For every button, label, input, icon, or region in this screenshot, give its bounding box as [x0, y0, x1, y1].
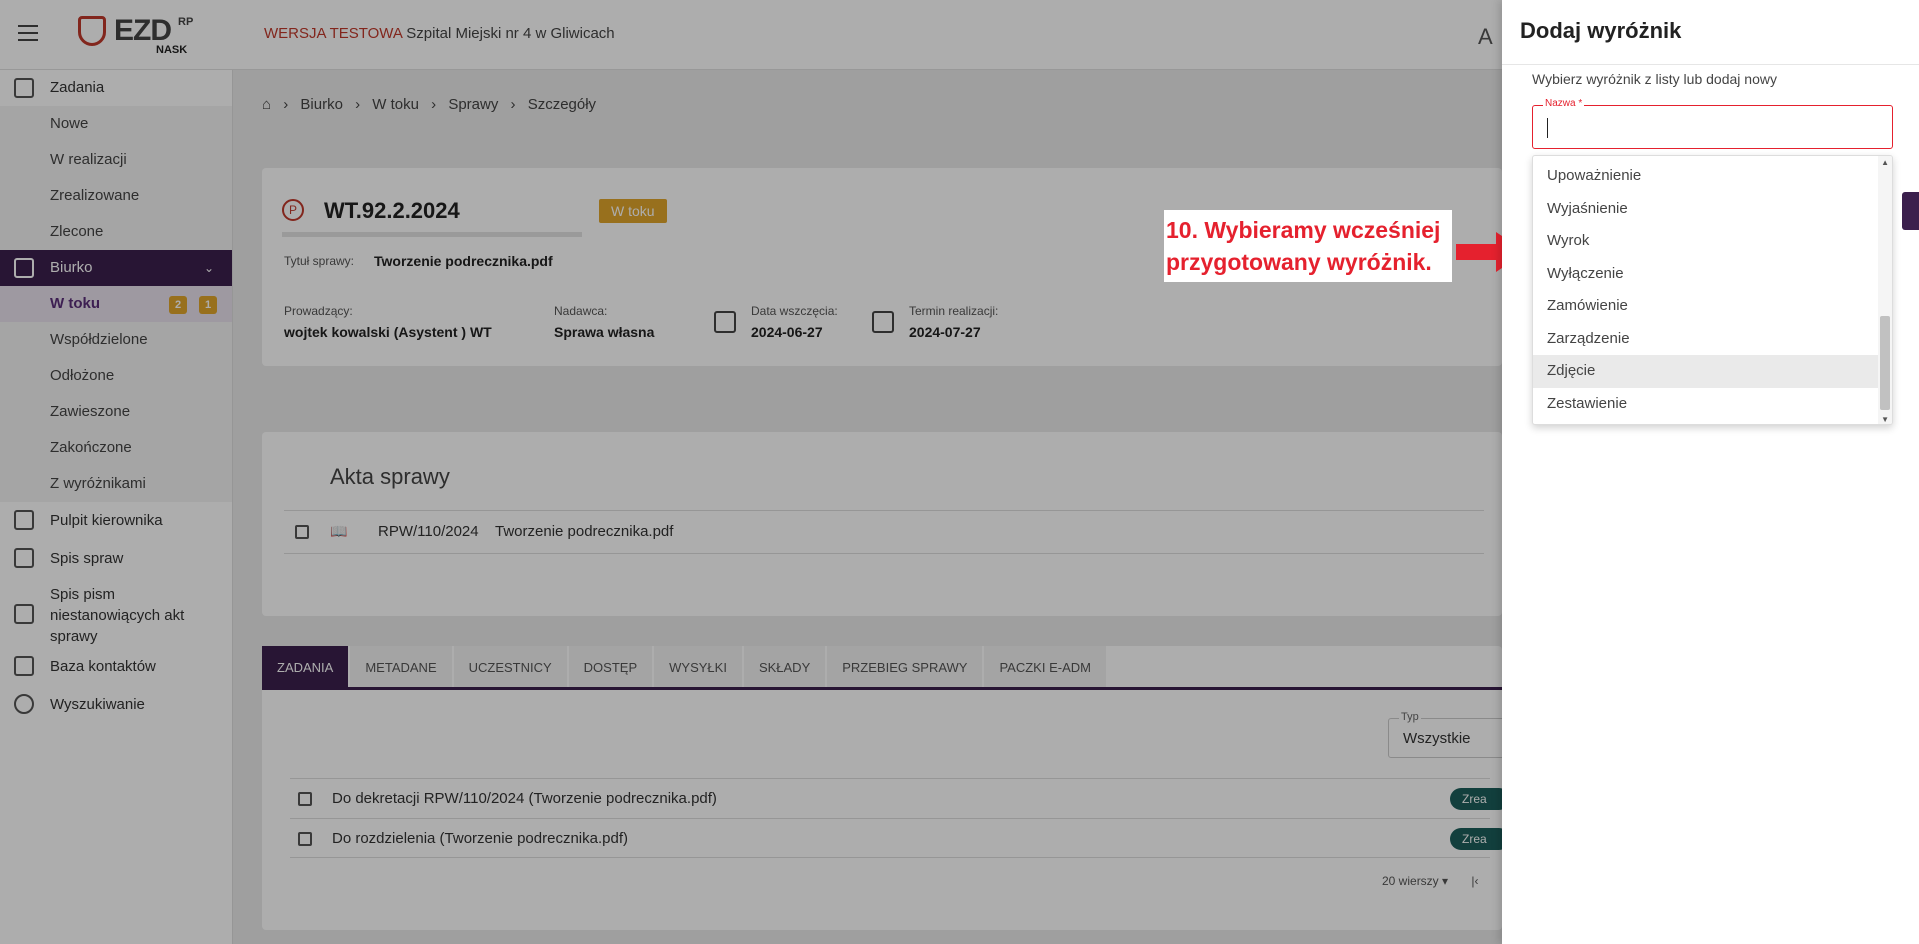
- tag-options-dropdown: Upoważnienie Wyjaśnienie Wyrok Wyłączeni…: [1532, 155, 1893, 425]
- modal-backdrop[interactable]: [0, 0, 1502, 944]
- tag-name-label: Nazwa *: [1543, 98, 1585, 109]
- option-zamowienie[interactable]: Zamówienie: [1533, 290, 1880, 323]
- divider: [1502, 64, 1919, 65]
- scroll-down-icon[interactable]: ▼: [1881, 415, 1889, 424]
- scroll-up-icon[interactable]: ▲: [1881, 158, 1889, 167]
- tag-name-input[interactable]: Nazwa *: [1532, 98, 1893, 149]
- option-zarzadzenie[interactable]: Zarządzenie: [1533, 323, 1880, 356]
- dropdown-scrollbar[interactable]: ▲ ▼: [1878, 156, 1892, 424]
- drawer-title: Dodaj wyróżnik: [1520, 18, 1682, 43]
- option-wyrok[interactable]: Wyrok: [1533, 225, 1880, 258]
- option-zdjecie[interactable]: Zdjęcie: [1533, 355, 1880, 388]
- option-zestawienie[interactable]: Zestawienie: [1533, 388, 1880, 421]
- drawer-hint: Wybierz wyróżnik z listy lub dodaj nowy: [1532, 71, 1777, 87]
- option-wyjasnienie[interactable]: Wyjaśnienie: [1533, 193, 1880, 226]
- instruction-callout: 10. Wybieramy wcześniej przygotowany wyr…: [1164, 210, 1452, 282]
- callout-line: 10. Wybieramy wcześniej: [1166, 217, 1441, 243]
- option-upowaznienie[interactable]: Upoważnienie: [1533, 160, 1880, 193]
- callout-line: przygotowany wyróżnik.: [1166, 249, 1432, 275]
- save-button[interactable]: [1902, 192, 1919, 230]
- add-tag-drawer: Dodaj wyróżnik Wybierz wyróżnik z listy …: [1502, 0, 1919, 944]
- scrollbar-thumb[interactable]: [1880, 316, 1890, 410]
- text-caret: [1547, 118, 1548, 138]
- option-wylaczenie[interactable]: Wyłączenie: [1533, 258, 1880, 291]
